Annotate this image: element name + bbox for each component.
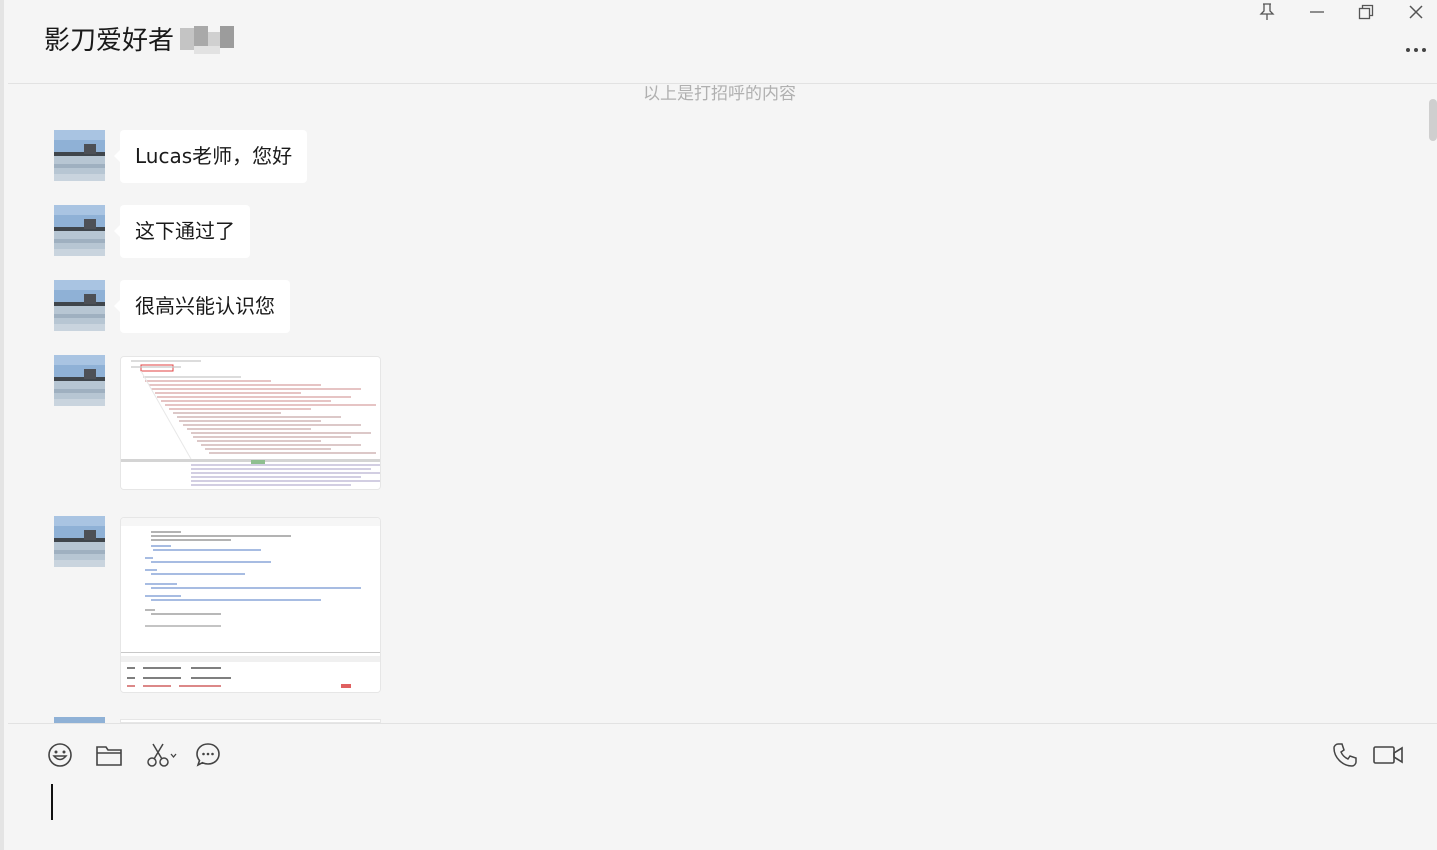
restore-button[interactable] bbox=[1346, 0, 1386, 24]
scrollbar-thumb[interactable] bbox=[1429, 99, 1437, 141]
avatar[interactable] bbox=[54, 516, 105, 567]
file-button[interactable] bbox=[94, 740, 124, 770]
chat-history-icon bbox=[196, 743, 220, 767]
more-dot bbox=[1422, 48, 1426, 52]
emoji-button[interactable] bbox=[45, 740, 75, 770]
avatar[interactable] bbox=[54, 355, 105, 406]
minimize-button[interactable] bbox=[1297, 0, 1337, 24]
close-button[interactable] bbox=[1396, 0, 1436, 24]
avatar[interactable] bbox=[54, 205, 105, 256]
more-dot bbox=[1414, 48, 1418, 52]
pin-button[interactable] bbox=[1247, 0, 1287, 24]
message-text: 这下通过了 bbox=[135, 219, 235, 243]
chat-header: 影刀爱好者 bbox=[8, 0, 1437, 84]
message-text: 很高兴能认识您 bbox=[135, 294, 275, 318]
avatar[interactable] bbox=[54, 130, 105, 181]
screenshot-button[interactable] bbox=[144, 740, 180, 770]
minimize-icon bbox=[1310, 11, 1324, 13]
message-composer bbox=[8, 723, 1437, 850]
image-message[interactable] bbox=[120, 517, 381, 693]
more-dot bbox=[1406, 48, 1410, 52]
restore-icon bbox=[1358, 4, 1374, 20]
video-call-icon bbox=[1373, 746, 1403, 764]
name-blur-mosaic bbox=[176, 22, 238, 56]
document-screenshot-thumbnail bbox=[121, 518, 380, 692]
folder-icon bbox=[96, 746, 122, 766]
code-screenshot-thumbnail bbox=[121, 357, 380, 489]
emoji-icon bbox=[48, 743, 72, 767]
avatar[interactable] bbox=[54, 280, 105, 331]
chat-history-button[interactable] bbox=[193, 740, 223, 770]
message-bubble[interactable]: 很高兴能认识您 bbox=[114, 280, 290, 333]
text-input-cursor[interactable] bbox=[51, 784, 53, 820]
video-call-button[interactable] bbox=[1370, 740, 1406, 770]
pin-icon bbox=[1259, 3, 1275, 20]
message-text: Lucas老师，您好 bbox=[135, 144, 293, 168]
scissors-icon bbox=[147, 743, 177, 767]
system-note: 以上是打招呼的内容 bbox=[643, 85, 796, 104]
more-options-button[interactable] bbox=[1401, 40, 1431, 60]
message-list[interactable]: 以上是打招呼的内容 Lucas老师，您好 这下通过了 很高兴能认识您 bbox=[8, 85, 1437, 723]
image-message[interactable] bbox=[120, 356, 381, 490]
message-bubble[interactable]: 这下通过了 bbox=[114, 205, 250, 258]
message-bubble[interactable]: Lucas老师，您好 bbox=[113, 130, 308, 183]
voice-call-button[interactable] bbox=[1330, 740, 1360, 770]
contact-name[interactable]: 影刀爱好者 bbox=[44, 20, 174, 57]
phone-icon bbox=[1333, 743, 1357, 767]
close-icon bbox=[1409, 5, 1423, 19]
chat-window: 影刀爱好者 以上是打招呼的内容 Lucas老师，您好 这下通过了 很高兴能认识您 bbox=[0, 0, 1437, 850]
